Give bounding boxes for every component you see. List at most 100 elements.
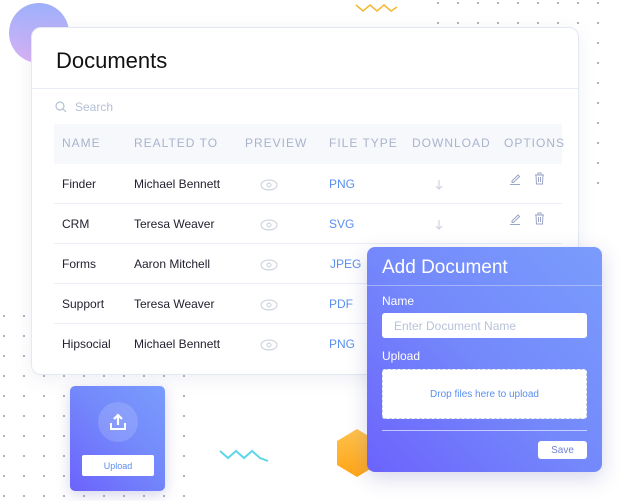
decorative-dot bbox=[63, 475, 65, 477]
eye-icon[interactable] bbox=[260, 258, 278, 271]
upload-button[interactable]: Upload bbox=[82, 455, 154, 476]
column-header-file-type[interactable]: FILE TYPE bbox=[329, 136, 398, 150]
decorative-dot bbox=[183, 375, 185, 377]
decorative-dot bbox=[597, 82, 599, 84]
table-row[interactable]: Finder Michael Bennett PNG bbox=[54, 164, 562, 204]
cell-file-type: JPEG bbox=[330, 257, 362, 271]
decorative-dot bbox=[63, 375, 65, 377]
table-row[interactable]: CRM Teresa Weaver SVG bbox=[54, 204, 562, 244]
cell-name: Support bbox=[62, 297, 105, 311]
decorative-dot bbox=[557, 2, 559, 4]
decorative-dot bbox=[83, 375, 85, 377]
decorative-dot bbox=[143, 495, 145, 497]
decorative-dot bbox=[183, 475, 185, 477]
decorative-dot bbox=[43, 375, 45, 377]
decorative-dot bbox=[43, 455, 45, 457]
arrow-down-icon[interactable] bbox=[434, 218, 444, 230]
decorative-dot bbox=[597, 102, 599, 104]
search-icon bbox=[55, 101, 67, 113]
decorative-dot bbox=[23, 315, 25, 317]
decorative-dot bbox=[23, 375, 25, 377]
column-header-download[interactable]: DOWNLOAD bbox=[412, 136, 491, 150]
column-header-options[interactable]: OPTIONS bbox=[504, 136, 565, 150]
cell-file-type: PNG bbox=[329, 337, 356, 351]
upload-icon bbox=[110, 413, 126, 430]
decorative-dot bbox=[3, 375, 5, 377]
cell-name: Forms bbox=[62, 257, 96, 271]
decorative-dot bbox=[23, 415, 25, 417]
cell-related-to: Aaron Mitchell bbox=[134, 257, 211, 271]
decorative-dot bbox=[597, 162, 599, 164]
panel-title: Add Document bbox=[382, 257, 508, 278]
decorative-dot bbox=[183, 495, 185, 497]
decorative-dot bbox=[23, 355, 25, 357]
decorative-dot bbox=[597, 62, 599, 64]
decorative-dot bbox=[63, 455, 65, 457]
decorative-dot bbox=[103, 375, 105, 377]
column-header-preview[interactable]: PREVIEW bbox=[245, 136, 307, 150]
decorative-dot bbox=[457, 22, 459, 24]
cell-related-to: Teresa Weaver bbox=[134, 297, 215, 311]
decorative-dot bbox=[43, 475, 45, 477]
trash-icon[interactable] bbox=[534, 172, 545, 185]
decorative-dot bbox=[437, 22, 439, 24]
upload-widget: Upload bbox=[70, 386, 165, 491]
decorative-dot bbox=[123, 495, 125, 497]
decorative-dot bbox=[517, 22, 519, 24]
decorative-dot bbox=[3, 435, 5, 437]
decorative-dot bbox=[517, 2, 519, 4]
decorative-dot bbox=[577, 22, 579, 24]
decorative-squiggle-bottom bbox=[219, 449, 269, 462]
document-name-input[interactable] bbox=[382, 313, 587, 338]
decorative-dot bbox=[63, 415, 65, 417]
decorative-dot bbox=[437, 2, 439, 4]
decorative-dot bbox=[23, 335, 25, 337]
decorative-dot bbox=[163, 495, 165, 497]
arrow-down-icon[interactable] bbox=[434, 178, 444, 190]
search-bar[interactable] bbox=[55, 100, 275, 114]
decorative-dot bbox=[43, 395, 45, 397]
decorative-dot bbox=[597, 22, 599, 24]
decorative-dot bbox=[83, 495, 85, 497]
page-title: Documents bbox=[56, 48, 168, 73]
upload-icon-circle[interactable] bbox=[98, 402, 138, 442]
save-button[interactable]: Save bbox=[538, 441, 587, 459]
trash-icon[interactable] bbox=[534, 212, 545, 225]
decorative-dot bbox=[23, 475, 25, 477]
decorative-dot bbox=[63, 495, 65, 497]
decorative-dot bbox=[557, 22, 559, 24]
decorative-dot bbox=[143, 375, 145, 377]
decorative-dot bbox=[597, 2, 599, 4]
decorative-dot bbox=[597, 142, 599, 144]
decorative-dot bbox=[497, 22, 499, 24]
divider bbox=[32, 88, 578, 89]
eye-icon[interactable] bbox=[260, 178, 278, 191]
decorative-dot bbox=[3, 315, 5, 317]
cell-related-to: Michael Bennett bbox=[134, 337, 221, 351]
decorative-dot bbox=[3, 355, 5, 357]
decorative-dot bbox=[3, 475, 5, 477]
decorative-dot bbox=[183, 435, 185, 437]
decorative-dot bbox=[103, 495, 105, 497]
decorative-dot bbox=[3, 495, 5, 497]
decorative-dot bbox=[457, 2, 459, 4]
decorative-dot bbox=[123, 375, 125, 377]
column-header-related-to[interactable]: REALTED TO bbox=[134, 136, 218, 150]
eye-icon[interactable] bbox=[260, 338, 278, 351]
decorative-dot bbox=[23, 495, 25, 497]
search-input[interactable] bbox=[75, 100, 275, 114]
decorative-dot bbox=[497, 2, 499, 4]
eye-icon[interactable] bbox=[260, 218, 278, 231]
upload-label: Upload bbox=[382, 349, 421, 363]
decorative-dot bbox=[537, 2, 539, 4]
decorative-dot bbox=[43, 415, 45, 417]
pencil-icon[interactable] bbox=[509, 212, 521, 225]
file-dropzone[interactable]: Drop files here to upload bbox=[382, 369, 587, 419]
decorative-dot bbox=[597, 122, 599, 124]
column-header-name[interactable]: NAME bbox=[62, 136, 101, 150]
decorative-dot bbox=[163, 375, 165, 377]
decorative-dot bbox=[577, 2, 579, 4]
pencil-icon[interactable] bbox=[509, 172, 521, 185]
eye-icon[interactable] bbox=[260, 298, 278, 311]
cell-name: Hipsocial bbox=[62, 337, 111, 351]
